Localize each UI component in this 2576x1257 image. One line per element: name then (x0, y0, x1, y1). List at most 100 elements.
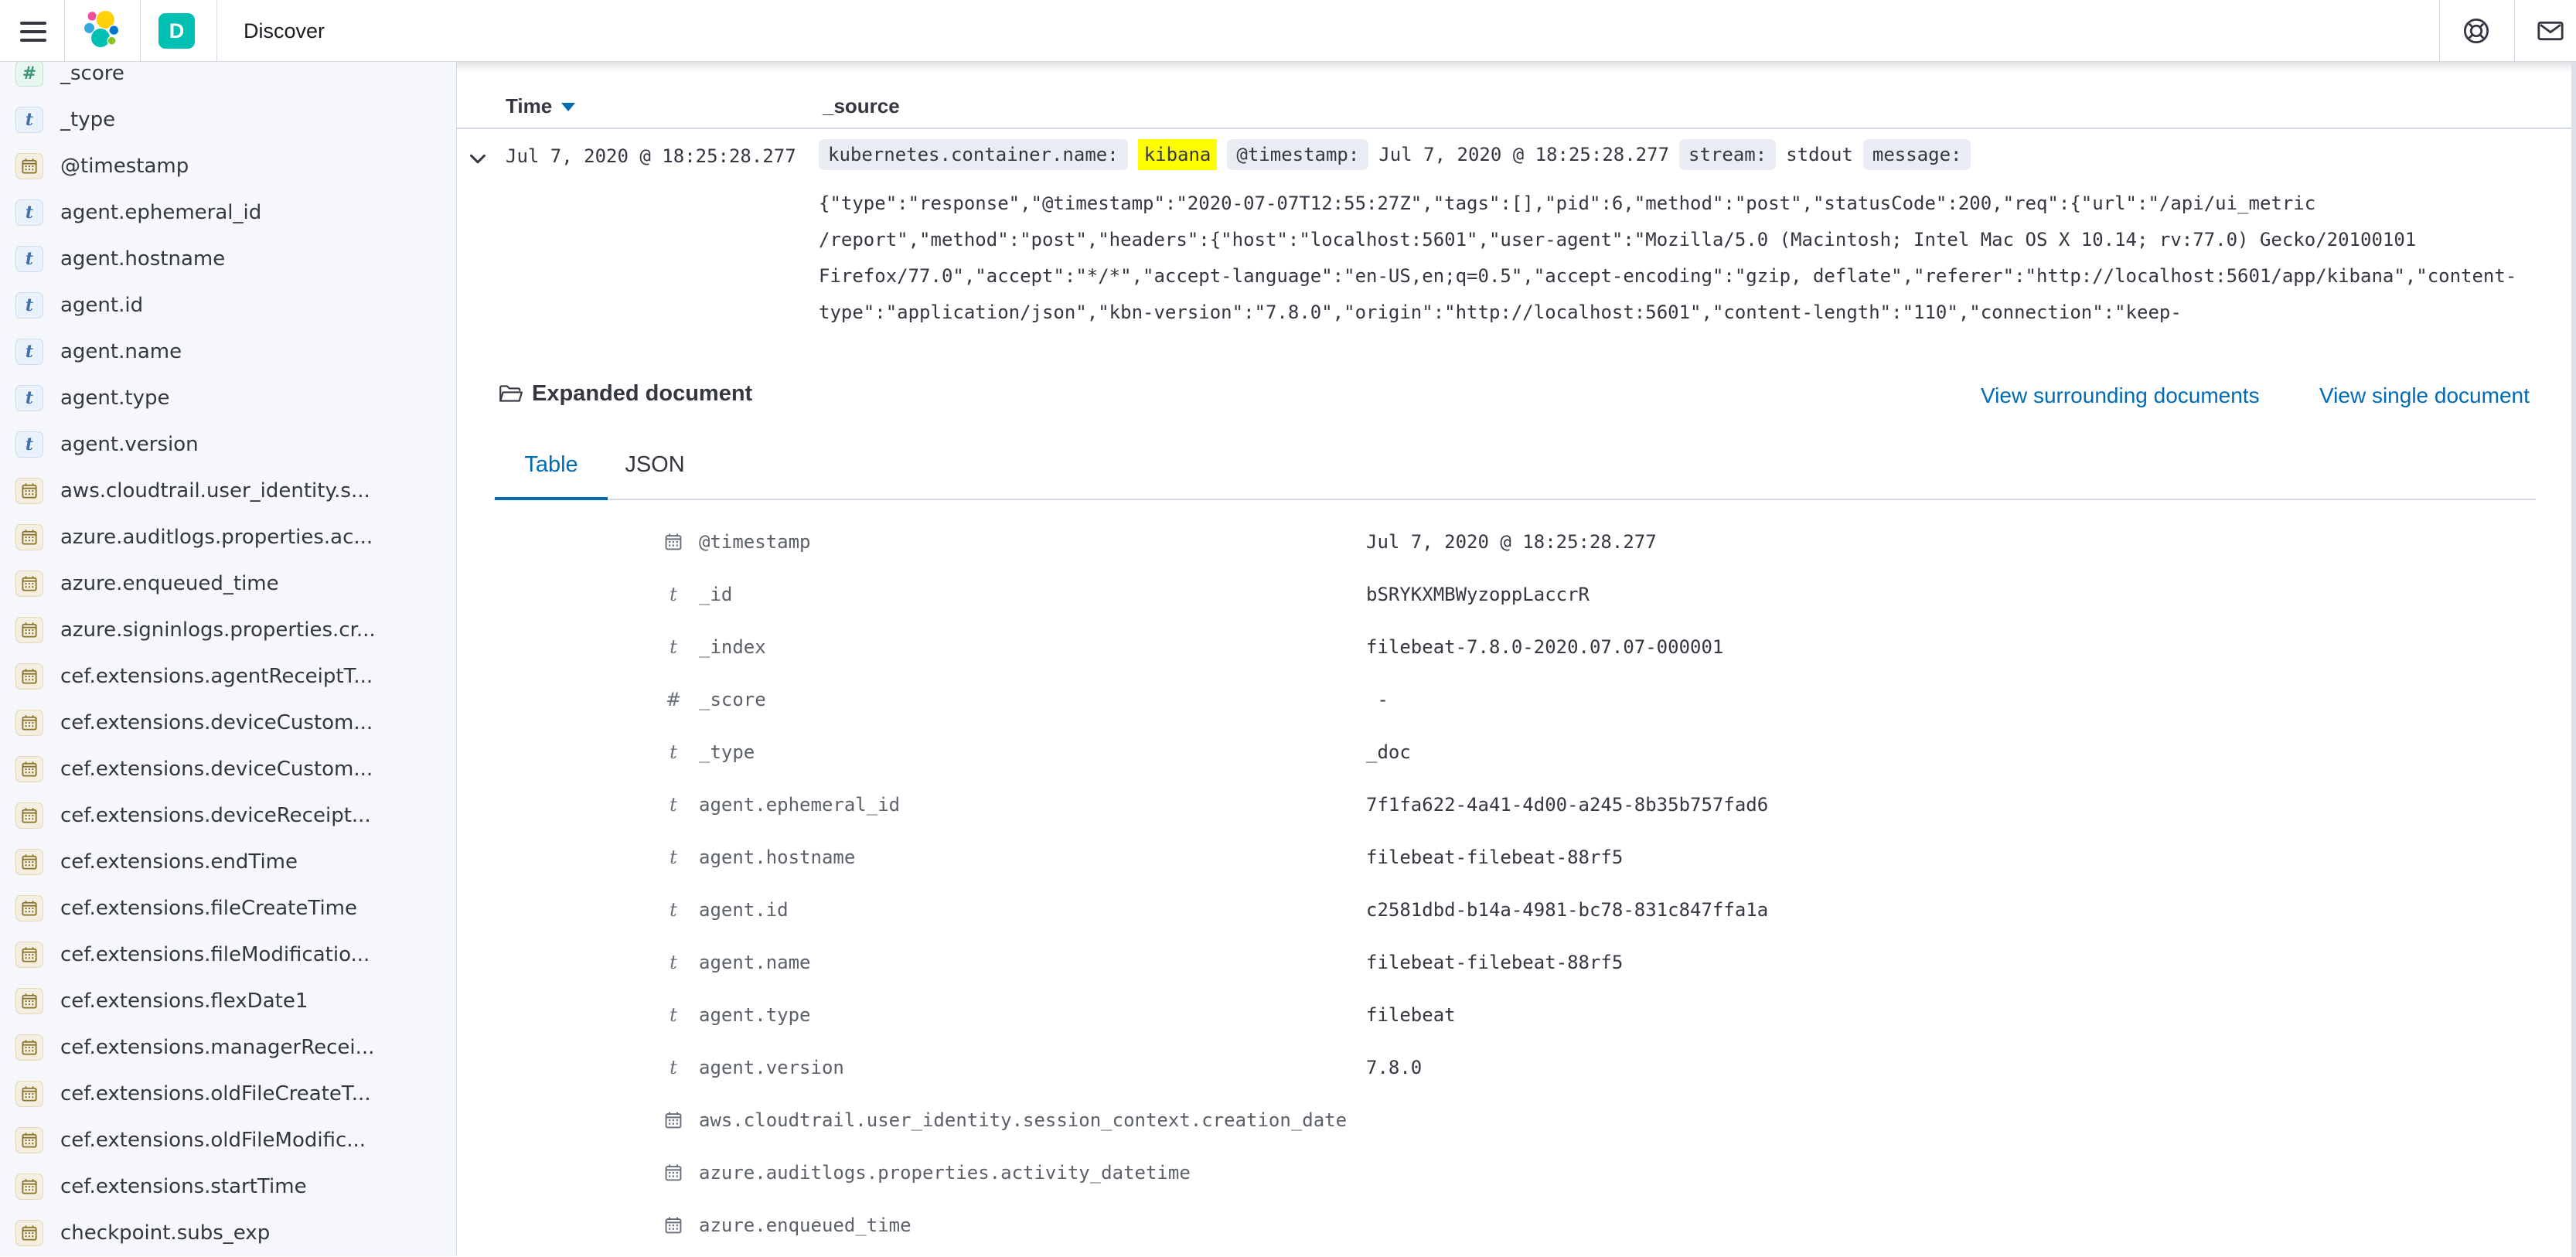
sidebar-field-cef.extensions.devicecustom...[interactable]: cef.extensions.deviceCustom... (0, 700, 456, 746)
field-label: cef.extensions.flexDate1 (60, 990, 308, 1013)
mail-icon[interactable] (2537, 17, 2564, 45)
collapse-row-chevron-down-icon[interactable] (465, 145, 491, 172)
sidebar-field-cef.extensions.oldfilecreatet...[interactable]: cef.extensions.oldFileCreateT... (0, 1071, 456, 1117)
calendar-icon (15, 617, 43, 643)
sidebar-field-cef.extensions.filecreatetime[interactable]: cef.extensions.fileCreateTime (0, 885, 456, 932)
field-table-row: azure.auditlogs.properties.activity_date… (457, 1146, 2576, 1199)
time-column-sort-button[interactable]: Time (506, 94, 575, 118)
string-field-icon: t (663, 636, 684, 658)
field-label: cef.extensions.oldFileModific... (60, 1129, 366, 1152)
tab-table[interactable]: Table (495, 452, 608, 499)
field-table-row: t_type_doc (457, 726, 2576, 778)
field-label: cef.extensions.deviceCustom... (60, 711, 373, 734)
field-name: @timestamp (699, 531, 811, 553)
sidebar-field-agent.name[interactable]: tagent.name (0, 329, 456, 375)
space-badge[interactable]: D (158, 13, 195, 49)
field-value: filebeat-7.8.0-2020.07.07-000001 (1366, 636, 1723, 658)
document-field-table: @timestampJul 7, 2020 @ 18:25:28.277t_id… (457, 516, 2576, 1252)
field-label: agent.ephemeral_id (60, 201, 261, 224)
string-field-icon: t (663, 741, 684, 763)
sidebar-field-cef.extensions.agentreceiptt...[interactable]: cef.extensions.agentReceiptT... (0, 653, 456, 700)
view-surrounding-documents-link[interactable]: View surrounding documents (1981, 383, 2260, 408)
help-icon[interactable] (2462, 17, 2490, 45)
expanded-document-title: Expanded document (532, 381, 752, 407)
message-line: type":"application/json","kbn-version":"… (819, 295, 2516, 331)
tab-json[interactable]: JSON (608, 452, 702, 499)
string-field-icon: t (663, 1057, 684, 1078)
sort-desc-icon (561, 103, 575, 111)
menu-icon[interactable] (14, 0, 53, 62)
sidebar-field-cef.extensions.starttime[interactable]: cef.extensions.startTime (0, 1163, 456, 1210)
document-timestamp: Jul 7, 2020 @ 18:25:28.277 (506, 145, 796, 167)
calendar-icon (663, 1109, 684, 1131)
highlighted-source-value: kibana (1138, 139, 1218, 170)
document-message-text: {"type":"response","@timestamp":"2020-07… (819, 186, 2516, 331)
calendar-icon (15, 895, 43, 921)
vertical-scrollbar[interactable] (2571, 63, 2576, 1257)
calendar-icon (663, 531, 684, 553)
field-value: 7.8.0 (1366, 1057, 1422, 1078)
sidebar-field-azure.enqueued_time[interactable]: azure.enqueued_time (0, 560, 456, 607)
calendar-icon (663, 1162, 684, 1184)
source-column-header: _source (823, 94, 900, 118)
sidebar-field-azure.auditlogs.properties.ac...[interactable]: azure.auditlogs.properties.ac... (0, 514, 456, 560)
field-value: filebeat (1366, 1004, 1456, 1026)
sidebar-field-_score[interactable]: #_score (0, 62, 456, 97)
sidebar-field-agent.type[interactable]: tagent.type (0, 375, 456, 421)
sidebar-field-cef.extensions.devicecustom...[interactable]: cef.extensions.deviceCustom... (0, 746, 456, 792)
field-label: _type (60, 108, 115, 131)
field-list: #_scoret_type@timestamptagent.ephemeral_… (0, 62, 456, 1256)
sidebar-field-cef.extensions.oldfilemodific...[interactable]: cef.extensions.oldFileModific... (0, 1117, 456, 1163)
field-table-row: tagent.typefilebeat (457, 989, 2576, 1041)
field-table-row: t_indexfilebeat-7.8.0-2020.07.07-000001 (457, 621, 2576, 673)
sidebar-field-azure.signinlogs.properties.cr...[interactable]: azure.signinlogs.properties.cr... (0, 607, 456, 653)
sidebar-field-agent.version[interactable]: tagent.version (0, 421, 456, 468)
calendar-icon (15, 942, 43, 968)
calendar-icon (15, 710, 43, 736)
source-field-name-pill: stream: (1679, 139, 1776, 170)
field-name: _id (699, 584, 732, 605)
field-label: azure.signinlogs.properties.cr... (60, 618, 376, 642)
sidebar-field-cef.extensions.devicereceipt...[interactable]: cef.extensions.deviceReceipt... (0, 792, 456, 839)
page-title: Discover (244, 0, 325, 62)
field-name: agent.type (699, 1004, 811, 1026)
time-column-header: Time (506, 94, 552, 118)
sidebar-field-@timestamp[interactable]: @timestamp (0, 143, 456, 189)
sidebar-field-cef.extensions.endtime[interactable]: cef.extensions.endTime (0, 839, 456, 885)
string-field-icon: t (15, 431, 43, 458)
calendar-icon (15, 1174, 43, 1200)
sidebar-field-cef.extensions.flexdate1[interactable]: cef.extensions.flexDate1 (0, 978, 456, 1024)
field-label: cef.extensions.startTime (60, 1175, 307, 1198)
results-table-header: Time _source (457, 62, 2576, 129)
header-divider (2439, 0, 2440, 62)
calendar-icon (15, 802, 43, 829)
tabs-divider (494, 499, 2536, 500)
sidebar-field-checkpoint.subs_exp[interactable]: checkpoint.subs_exp (0, 1210, 456, 1256)
sidebar-field-agent.id[interactable]: tagent.id (0, 282, 456, 329)
sidebar-field-cef.extensions.managerrecei...[interactable]: cef.extensions.managerRecei... (0, 1024, 456, 1071)
sidebar-field-agent.hostname[interactable]: tagent.hostname (0, 236, 456, 282)
field-label: azure.auditlogs.properties.ac... (60, 526, 373, 549)
number-field-icon: # (15, 62, 43, 87)
string-field-icon: t (15, 199, 43, 226)
elastic-logo[interactable] (79, 9, 124, 53)
calendar-icon (15, 1081, 43, 1107)
source-field-value: stdout (1786, 144, 1853, 165)
field-label: cef.extensions.oldFileCreateT... (60, 1082, 371, 1105)
field-value: bSRYKXMBWyzoppLaccrR (1366, 584, 1590, 605)
field-label: cef.extensions.fileModificatio... (60, 943, 370, 966)
sidebar-field-aws.cloudtrail.user_identity.s...[interactable]: aws.cloudtrail.user_identity.s... (0, 468, 456, 514)
field-label: cef.extensions.agentReceiptT... (60, 665, 373, 688)
message-line: /report","method":"post","headers":{"hos… (819, 222, 2516, 258)
source-field-name-pill: kubernetes.container.name: (819, 139, 1128, 170)
calendar-icon (15, 663, 43, 690)
sidebar-field-_type[interactable]: t_type (0, 97, 456, 143)
sidebar-field-agent.ephemeral_id[interactable]: t agent.ephemeral_id (0, 189, 456, 236)
message-line: {"type":"response","@timestamp":"2020-07… (819, 186, 2516, 222)
discover-results-panel: Time _source Jul 7, 2020 @ 18:25:28.277 … (457, 62, 2576, 1256)
field-label: @timestamp (60, 155, 189, 178)
view-single-document-link[interactable]: View single document (2319, 383, 2530, 408)
field-table-row: tagent.namefilebeat-filebeat-88rf5 (457, 936, 2576, 989)
sidebar-field-cef.extensions.filemodificatio...[interactable]: cef.extensions.fileModificatio... (0, 932, 456, 978)
string-field-icon: t (663, 952, 684, 973)
